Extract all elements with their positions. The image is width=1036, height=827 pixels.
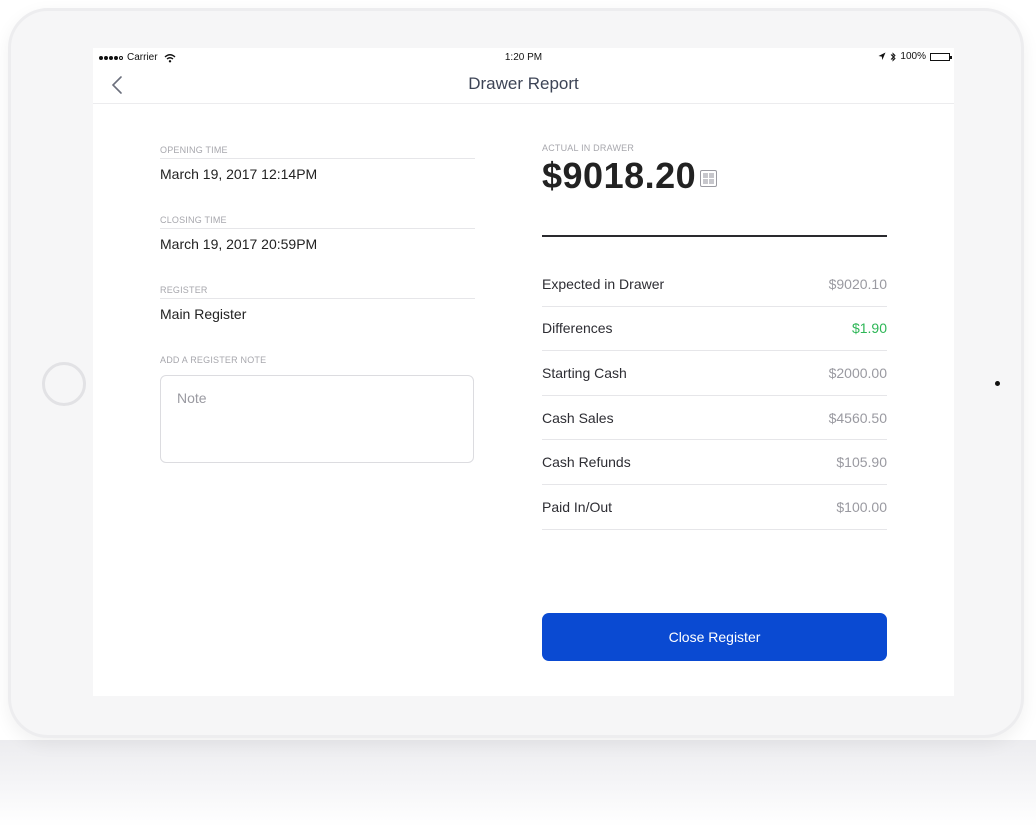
actual-in-drawer-label: ACTUAL IN DRAWER: [542, 143, 635, 153]
page-title: Drawer Report: [468, 74, 579, 93]
summary-label: Cash Refunds: [542, 454, 631, 471]
app-screen: Carrier 1:20 PM 100% Drawer Report OPENI…: [93, 48, 954, 696]
actual-in-drawer-row: $9018.20: [542, 155, 887, 197]
close-register-button[interactable]: Close Register: [542, 613, 887, 661]
amount-underline: [542, 235, 887, 237]
summary-list: Expected in Drawer $9020.10 Differences …: [542, 262, 887, 530]
navigation-bar: Drawer Report: [93, 68, 954, 104]
summary-row-expected: Expected in Drawer $9020.10: [542, 262, 887, 307]
closing-time-label: CLOSING TIME: [160, 213, 475, 229]
summary-row-cash-sales: Cash Sales $4560.50: [542, 396, 887, 441]
summary-row-paid-in-out: Paid In/Out $100.00: [542, 485, 887, 530]
summary-label: Differences: [542, 320, 613, 337]
summary-value: $100.00: [836, 498, 887, 515]
summary-value: $2000.00: [828, 364, 887, 381]
note-placeholder: Note: [177, 390, 207, 406]
calculator-icon[interactable]: [700, 169, 718, 187]
summary-value: $4560.50: [828, 409, 887, 426]
summary-row-starting-cash: Starting Cash $2000.00: [542, 351, 887, 396]
home-button[interactable]: [42, 362, 86, 406]
status-bar: Carrier 1:20 PM 100%: [93, 48, 954, 68]
battery-percent: 100%: [900, 51, 926, 62]
summary-label: Starting Cash: [542, 364, 627, 381]
summary-value: $9020.10: [828, 275, 887, 292]
actual-in-drawer-amount: $9018.20: [542, 155, 697, 196]
summary-label: Paid In/Out: [542, 498, 613, 515]
summary-value: $105.90: [836, 454, 887, 471]
register-value: Main Register: [160, 306, 247, 322]
summary-label: Cash Sales: [542, 409, 614, 426]
opening-time-value: March 19, 2017 12:14PM: [160, 166, 318, 182]
register-note-input[interactable]: Note: [160, 375, 474, 463]
camera-dot: [995, 381, 1000, 386]
status-right: 100%: [878, 51, 952, 62]
summary-row-cash-refunds: Cash Refunds $105.90: [542, 440, 887, 485]
location-arrow-icon: [878, 52, 886, 60]
drawer-summary: ACTUAL IN DRAWER $9018.20 Expected in Dr…: [542, 143, 887, 530]
register-label: REGISTER: [160, 283, 475, 299]
opening-time-label: OPENING TIME: [160, 143, 475, 159]
summary-label: Expected in Drawer: [542, 275, 665, 292]
bluetooth-icon: [891, 51, 897, 62]
device-shadow: [0, 740, 1036, 827]
summary-value: $1.90: [851, 320, 887, 337]
register-note-label: ADD A REGISTER NOTE: [160, 355, 267, 365]
battery-icon: [930, 52, 952, 61]
summary-row-differences: Differences $1.90: [542, 307, 887, 352]
closing-time-value: March 19, 2017 20:59PM: [160, 236, 318, 252]
status-time: 1:20 PM: [504, 52, 543, 63]
register-details: OPENING TIME March 19, 2017 12:14PM CLOS…: [160, 143, 475, 463]
